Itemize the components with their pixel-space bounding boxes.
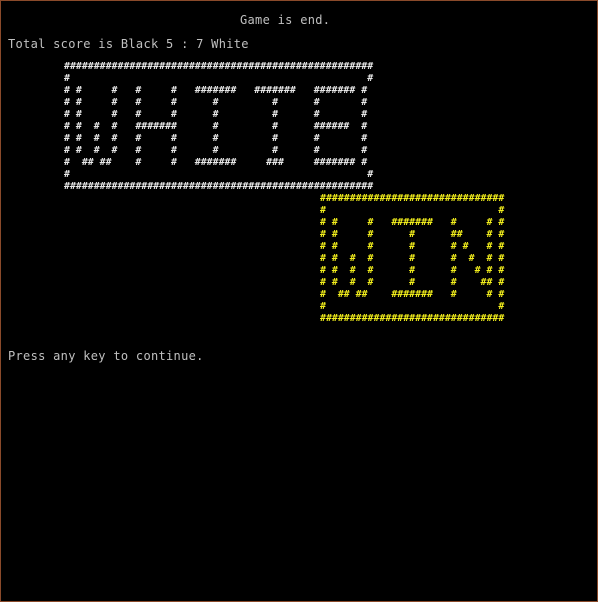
total-score-text: Total score is Black 5 : 7 White	[8, 37, 249, 51]
continue-prompt-text: Press any key to continue.	[8, 349, 204, 363]
console-window: Game is end. Total score is Black 5 : 7 …	[0, 0, 598, 602]
white-ascii-banner: ########################################…	[64, 61, 374, 192]
win-ascii-banner: ############################### # # # # …	[320, 193, 505, 324]
game-status-text: Game is end.	[240, 13, 331, 27]
